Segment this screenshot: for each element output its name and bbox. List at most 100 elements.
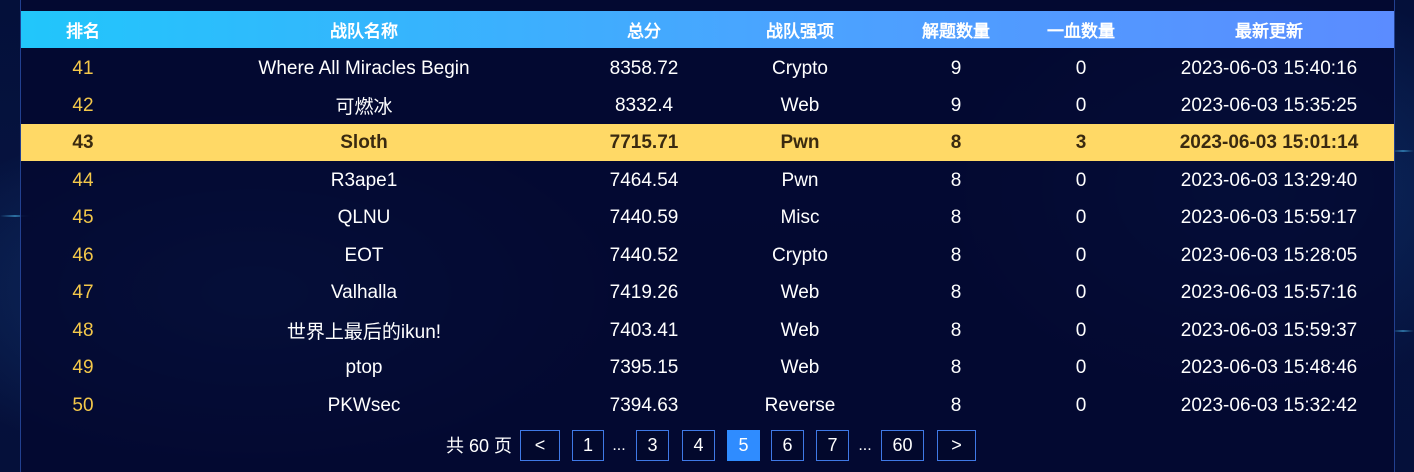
page-button-1[interactable]: 1 [572, 430, 604, 461]
total-pages-label: 共 60 页 [445, 436, 513, 456]
score-cell: 7394.63 [609, 394, 679, 416]
page-button-6[interactable]: 6 [771, 430, 804, 461]
header-team-name: 战队名称 [330, 22, 398, 41]
score-cell: 7419.26 [609, 281, 679, 303]
table-row-highlighted: 43 Sloth 7715.71 Pwn 8 3 2023-06-03 15:0… [21, 124, 1394, 161]
next-page-button[interactable]: > [937, 430, 976, 461]
prev-page-button[interactable]: < [520, 430, 560, 461]
first-blood-cell: 3 [1075, 131, 1087, 153]
chevron-left-icon: < [534, 435, 546, 455]
header-solved: 解题数量 [922, 22, 990, 41]
rank-cell: 49 [72, 356, 94, 378]
table-row: 42 可燃冰 8332.4 Web 9 0 2023-06-03 15:35:2… [21, 87, 1394, 124]
strength-cell: Web [780, 281, 820, 303]
page-button-3[interactable]: 3 [636, 430, 669, 461]
strength-cell: Web [780, 94, 820, 116]
page-button-5-current[interactable]: 5 [727, 430, 760, 461]
table-row: 44 R3ape1 7464.54 Pwn 8 0 2023-06-03 13:… [21, 162, 1394, 199]
page-button-7[interactable]: 7 [816, 430, 849, 461]
score-cell: 7464.54 [609, 169, 679, 191]
solved-cell: 8 [950, 319, 962, 341]
page-button-4[interactable]: 4 [682, 430, 715, 461]
table-row: 45 QLNU 7440.59 Misc 8 0 2023-06-03 15:5… [21, 199, 1394, 236]
header-first-blood: 一血数量 [1047, 22, 1115, 41]
solved-cell: 8 [950, 356, 962, 378]
solved-cell: 9 [950, 57, 962, 79]
team-name-cell: R3ape1 [330, 169, 398, 191]
first-blood-cell: 0 [1075, 57, 1087, 79]
leaderboard-panel: 排名 战队名称 总分 战队强项 解题数量 一血数量 最新更新 41 Where … [20, 0, 1395, 472]
score-cell: 7440.59 [609, 206, 679, 228]
first-blood-cell: 0 [1075, 244, 1087, 266]
table-row: 46 EOT 7440.52 Crypto 8 0 2023-06-03 15:… [21, 237, 1394, 274]
strength-cell: Web [780, 319, 820, 341]
updated-cell: 2023-06-03 13:29:40 [1180, 169, 1358, 191]
updated-cell: 2023-06-03 15:59:37 [1180, 319, 1358, 341]
team-name-cell: PKWsec [327, 394, 401, 416]
header-score: 总分 [627, 22, 661, 41]
table-row: 41 Where All Miracles Begin 8358.72 Cryp… [21, 50, 1394, 87]
team-name-cell: Where All Miracles Begin [258, 57, 470, 79]
chevron-right-icon: > [951, 435, 962, 455]
first-blood-cell: 0 [1075, 206, 1087, 228]
strength-cell: Reverse [764, 394, 836, 416]
solved-cell: 8 [950, 206, 962, 228]
score-cell: 7403.41 [609, 319, 679, 341]
rank-cell: 42 [72, 94, 94, 116]
score-cell: 7440.52 [609, 244, 679, 266]
pagination: 共 60 页 < 1 ... 3 4 5 6 7 ... 60 > [21, 428, 1394, 462]
solved-cell: 8 [950, 131, 962, 153]
score-cell: 7395.15 [609, 356, 679, 378]
first-blood-cell: 0 [1075, 281, 1087, 303]
strength-cell: Misc [780, 206, 820, 228]
table-row: 47 Valhalla 7419.26 Web 8 0 2023-06-03 1… [21, 274, 1394, 311]
first-blood-cell: 0 [1075, 94, 1087, 116]
strength-cell: Pwn [780, 131, 820, 153]
table-row: 48 世界上最后的ikun! 7403.41 Web 8 0 2023-06-0… [21, 312, 1394, 349]
score-cell: 8358.72 [609, 57, 679, 79]
table-header: 排名 战队名称 总分 战队强项 解题数量 一血数量 最新更新 [21, 11, 1394, 48]
pagination-ellipsis: ... [612, 436, 626, 454]
updated-cell: 2023-06-03 15:57:16 [1180, 281, 1358, 303]
solved-cell: 8 [950, 281, 962, 303]
strength-cell: Crypto [772, 57, 828, 79]
header-updated: 最新更新 [1235, 22, 1303, 41]
team-name-cell: 可燃冰 [335, 97, 393, 118]
updated-cell: 2023-06-03 15:01:14 [1179, 131, 1359, 153]
strength-cell: Pwn [781, 169, 819, 191]
rank-cell: 44 [72, 169, 94, 191]
first-blood-cell: 0 [1075, 319, 1087, 341]
updated-cell: 2023-06-03 15:40:16 [1180, 57, 1358, 79]
header-rank: 排名 [66, 22, 100, 41]
team-name-cell: QLNU [337, 206, 391, 228]
pagination-ellipsis: ... [858, 436, 872, 454]
updated-cell: 2023-06-03 15:48:46 [1180, 356, 1358, 378]
team-name-cell: ptop [345, 356, 383, 378]
score-cell: 8332.4 [614, 94, 674, 116]
rank-cell: 46 [72, 244, 94, 266]
rank-cell: 45 [72, 206, 94, 228]
rank-cell: 47 [72, 281, 94, 303]
rank-cell: 48 [72, 319, 94, 341]
table-row: 50 PKWsec 7394.63 Reverse 8 0 2023-06-03… [21, 387, 1394, 424]
updated-cell: 2023-06-03 15:28:05 [1180, 244, 1358, 266]
solved-cell: 8 [950, 244, 962, 266]
updated-cell: 2023-06-03 15:32:42 [1180, 394, 1358, 416]
rank-cell: 43 [72, 131, 94, 153]
first-blood-cell: 0 [1075, 169, 1087, 191]
first-blood-cell: 0 [1075, 394, 1087, 416]
first-blood-cell: 0 [1075, 356, 1087, 378]
solved-cell: 8 [950, 169, 962, 191]
solved-cell: 9 [950, 94, 962, 116]
team-name-cell: 世界上最后的ikun! [286, 322, 442, 343]
rank-cell: 50 [72, 394, 94, 416]
team-name-cell: EOT [344, 244, 384, 266]
page-button-60[interactable]: 60 [881, 430, 924, 461]
team-name-cell: Valhalla [330, 281, 398, 303]
strength-cell: Web [780, 356, 820, 378]
header-strength: 战队强项 [766, 22, 834, 41]
score-cell: 7715.71 [609, 131, 679, 153]
team-name-cell: Sloth [340, 131, 388, 153]
rank-cell: 41 [72, 57, 94, 79]
updated-cell: 2023-06-03 15:59:17 [1180, 206, 1358, 228]
